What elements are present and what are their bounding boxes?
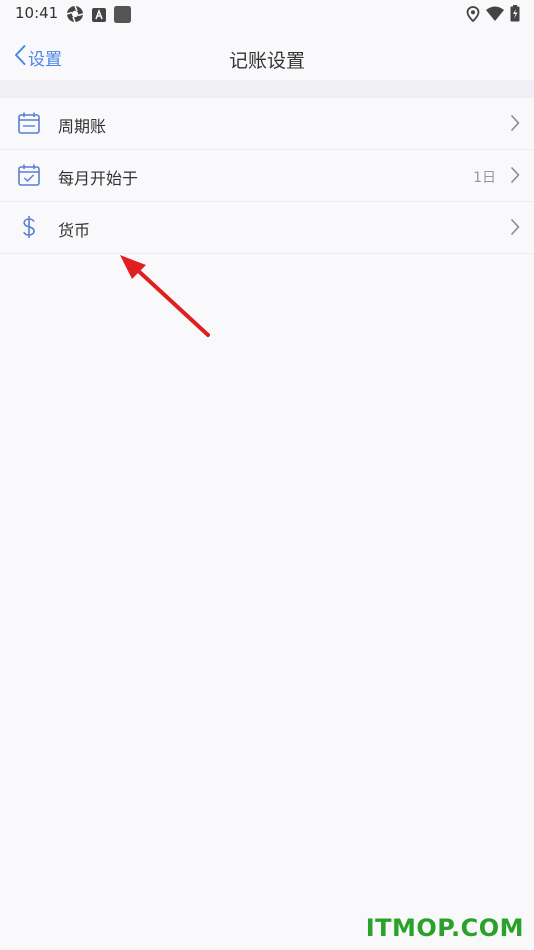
calendar-icon xyxy=(17,111,41,135)
settings-item-label: 货币 xyxy=(58,221,91,240)
settings-item-label: 周期账 xyxy=(58,117,107,136)
aperture-icon xyxy=(66,5,84,27)
watermark: ITMOP.COM xyxy=(365,914,524,942)
a-badge-icon xyxy=(92,7,106,26)
chevron-right-icon xyxy=(510,218,520,236)
section-divider xyxy=(0,80,534,98)
location-icon xyxy=(466,5,480,26)
status-bar: 10:41 xyxy=(0,0,534,30)
settings-item-cycle-account[interactable]: 周期账 xyxy=(0,98,534,150)
square-icon xyxy=(114,5,131,27)
settings-item-label: 每月开始于 xyxy=(58,169,139,188)
chevron-right-icon xyxy=(510,114,520,132)
nav-bar: 设置 记账设置 xyxy=(0,30,534,80)
status-icons-left xyxy=(66,5,131,27)
settings-item-currency[interactable]: 货币 xyxy=(0,202,534,254)
settings-item-month-start[interactable]: 每月开始于 1日 xyxy=(0,150,534,202)
wifi-icon xyxy=(486,6,504,25)
chevron-right-icon xyxy=(510,166,520,184)
settings-item-value: 1日 xyxy=(473,170,496,186)
calendar-check-icon xyxy=(17,163,41,187)
dollar-icon xyxy=(17,215,41,239)
annotation-arrow xyxy=(110,245,220,345)
page-title: 记账设置 xyxy=(228,50,305,72)
battery-icon xyxy=(510,5,520,26)
settings-list: 周期账 每月开始于 1日 货币 xyxy=(0,98,534,254)
status-time: 10:41 xyxy=(15,4,59,22)
status-icons-right xyxy=(466,5,520,26)
